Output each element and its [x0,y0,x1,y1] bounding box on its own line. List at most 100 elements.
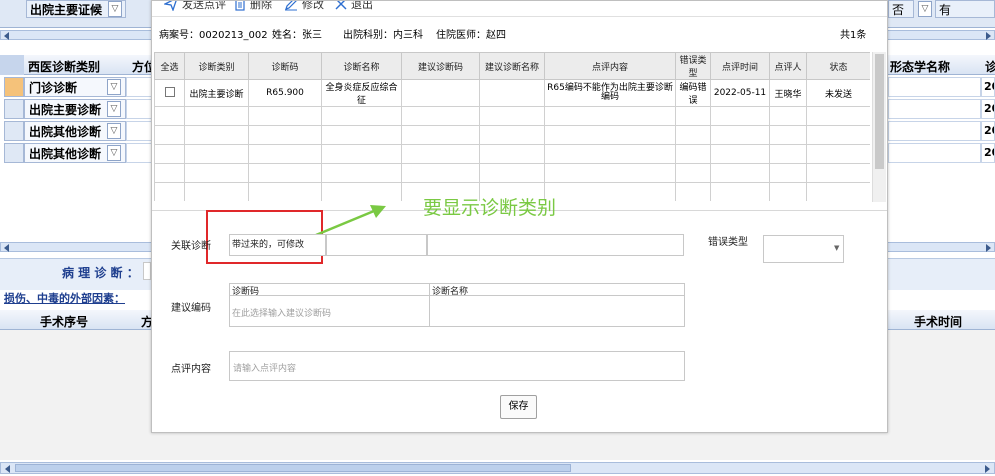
cell-status: 未发送 [806,79,870,107]
empty-cell [675,182,711,201]
bg-scrollbar-bottom[interactable] [0,462,995,474]
bg-diag-header-morph: 形态学名称 [890,60,951,74]
bg-row-selector[interactable] [4,99,24,119]
bg-diag-row-dropdown[interactable]: ▽ [107,123,121,139]
assoc-diagnosis-name-input[interactable] [427,234,684,256]
bg-diag-row-right: 202 [981,77,995,97]
bg-diag-row-dropdown[interactable]: ▽ [107,101,121,117]
empty-cell [479,106,545,126]
empty-cell [184,163,249,183]
cell-sug_code [401,79,480,107]
save-button[interactable]: 保存 [500,395,537,419]
table-header-9: 点评人 [769,52,807,80]
row-checkbox[interactable] [164,86,175,97]
bg-row-selector[interactable] [4,77,24,97]
empty-cell [321,125,402,145]
bg-external-cause-label: 损伤、中毒的外部因素： [4,292,125,305]
table-header-3: 诊断名称 [321,52,402,80]
bg-row-selector[interactable] [4,121,24,141]
suggest-col-code: 诊断码 [232,287,260,297]
empty-cell [154,106,185,126]
empty-cell [154,125,185,145]
assoc-diagnosis-input[interactable]: 带过来的，可修改 [229,234,326,256]
bg-top-right-dropdown[interactable]: ▽ [918,1,932,17]
delete-button[interactable]: 删除 [234,1,272,12]
bg-diag-header-right: 诊 [985,60,995,74]
empty-row [154,125,870,145]
exit-button[interactable]: 退出 [335,1,373,12]
scroll-left-icon[interactable] [4,32,9,40]
scroll-right-icon[interactable] [985,465,990,473]
assoc-diagnosis-code-input[interactable] [326,234,427,256]
suggest-col-divider [429,284,430,327]
scroll-right-icon[interactable] [986,32,991,40]
row-checkbox-cell[interactable] [154,79,185,107]
toolbar-divider [152,16,887,17]
table-vscroll[interactable] [872,52,886,202]
empty-cell [544,125,676,145]
cell-sug_name [479,79,545,107]
bg-surgery-header-no: 手术序号 [40,315,89,329]
bg-pathology-input[interactable] [143,262,151,280]
scroll-left-icon[interactable] [5,465,10,473]
empty-cell [806,144,870,164]
bg-diag-row-morph[interactable] [888,121,981,141]
assoc-diagnosis-label: 关联诊断 [171,241,211,252]
error-type-select[interactable]: ▼ [763,235,844,263]
table-header-0[interactable]: 全选 [154,52,185,80]
send-review-button[interactable]: 发送点评 [164,1,226,12]
table-header-6: 点评内容 [544,52,676,80]
suggest-col-name: 诊断名称 [432,287,469,297]
cell-name: 全身炎症反应综合征 [321,79,402,107]
scroll-thumb[interactable] [15,464,571,472]
table-header-5: 建议诊断名称 [479,52,545,80]
empty-cell [321,163,402,183]
comment-placeholder: 请输入点评内容 [233,364,297,374]
empty-cell [401,106,480,126]
delete-icon [235,1,245,11]
comment-input[interactable]: 请输入点评内容 [229,351,685,381]
empty-cell [675,106,711,126]
empty-cell [675,163,711,183]
bg-diag-row-cell[interactable] [126,99,152,119]
bg-diag-row-cell[interactable] [126,121,152,141]
empty-cell [544,106,676,126]
empty-cell [184,144,249,164]
comment-label: 点评内容 [171,364,211,375]
bg-diag-row-dropdown[interactable]: ▽ [107,145,121,161]
info-case-no: 病案号：0020213_002 [159,30,268,41]
scroll-left-icon[interactable] [4,244,9,252]
info-name: 姓名：张三 [272,30,322,41]
empty-cell [184,182,249,201]
bg-diag-row-right: 202 [981,143,995,163]
bg-diag-row-morph[interactable] [888,143,981,163]
bg-diag-row-morph[interactable] [888,77,981,97]
table-row[interactable]: 出院主要诊断 R65.900 全身炎症反应综合征 R65编码不能作为出院主要诊断编码编… [154,79,870,107]
empty-cell [710,106,770,126]
send-icon [164,1,177,11]
info-count: 共1条 [840,30,867,41]
cell-type: 出院主要诊断 [184,79,249,107]
empty-cell [544,144,676,164]
bg-diag-row-dropdown[interactable]: ▽ [107,79,121,95]
chevron-down-icon: ▼ [834,244,840,252]
empty-cell [479,163,545,183]
suggest-code-input[interactable]: 在此选择输入建议诊断码 [232,306,331,319]
empty-cell [154,144,185,164]
empty-cell [321,182,402,201]
table-vscroll-thumb[interactable] [875,54,884,169]
empty-cell [184,125,249,145]
empty-cell [806,125,870,145]
empty-cell [806,182,870,201]
cell-comment: R65编码不能作为出院主要诊断编码 [544,79,676,107]
empty-cell [544,182,676,201]
bg-top-dropdown[interactable]: ▽ [108,1,122,17]
table-header-4: 建议诊断码 [401,52,480,80]
edit-button[interactable]: 修改 [284,1,324,12]
bg-row-selector[interactable] [4,143,24,163]
bg-diag-row-cell[interactable] [126,77,152,97]
scroll-right-icon[interactable] [986,244,991,252]
bg-diag-row-cell[interactable] [126,143,152,163]
bg-diag-row-morph[interactable] [888,99,981,119]
empty-cell [401,163,480,183]
